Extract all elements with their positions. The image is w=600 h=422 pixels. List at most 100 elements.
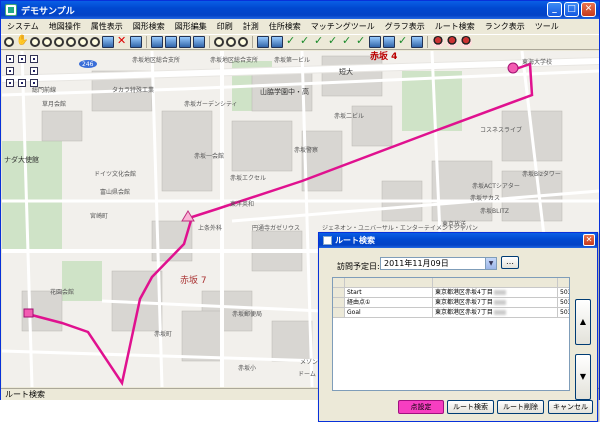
zoom-prev-icon[interactable]	[78, 37, 88, 47]
check-icon[interactable]	[355, 34, 367, 48]
label-yamawaki: 山脇学園中・高	[260, 88, 309, 96]
toolbar-separator	[209, 36, 210, 48]
minimize-button[interactable]: _	[547, 2, 562, 17]
date-picker-button[interactable]: …	[501, 256, 519, 269]
label-small5: 草月会館	[42, 101, 67, 108]
map-icon[interactable]	[151, 36, 163, 48]
check-icon[interactable]	[327, 34, 339, 48]
person-route-icon[interactable]	[460, 36, 472, 48]
pan-control-icon[interactable]	[30, 55, 38, 63]
route-icon[interactable]	[383, 36, 395, 48]
label-small4: タカラ特殊工業	[112, 87, 155, 94]
title-bar: デモサンプル _ □ ✕	[1, 1, 599, 19]
check-icon[interactable]	[341, 34, 353, 48]
move-down-button[interactable]: ▼	[575, 354, 591, 400]
label-small12: ドーム	[298, 371, 316, 378]
select-icon[interactable]	[102, 36, 114, 48]
layer-icon[interactable]	[130, 36, 142, 48]
zoom-next-icon[interactable]	[90, 37, 100, 47]
visit-date-select[interactable]: 2011年11月09日 ▼	[380, 257, 497, 270]
menu-bar: システム 地図操作 属性表示 図形検索 図形編集 印刷 計測 住所検索 マッチン…	[1, 19, 599, 33]
label-blitz: 赤坂BLITZ	[480, 208, 510, 215]
toolbar-separator	[146, 36, 147, 48]
zoom-out-icon[interactable]	[42, 37, 52, 47]
dialog-icon	[323, 236, 332, 245]
pencil-icon[interactable]	[397, 34, 409, 48]
pan-control-icon[interactable]	[18, 79, 26, 87]
find-icon[interactable]	[226, 37, 236, 47]
pan-control-icon[interactable]	[6, 67, 14, 75]
label-small15: 花園会館	[50, 289, 75, 296]
menu-map-operation[interactable]: 地図操作	[49, 21, 81, 32]
zoom-full-icon[interactable]	[66, 37, 76, 47]
point-address: 東京都港区赤坂4丁目	[433, 288, 558, 298]
cancel-button[interactable]: キャンセル	[548, 400, 593, 414]
dialog-close-button[interactable]: ✕	[583, 234, 595, 246]
draw-icon[interactable]	[271, 36, 283, 48]
label-small10: 赤坂一会館	[194, 153, 225, 160]
label-kosunesuraibu: コスネスライブ	[480, 127, 523, 134]
zoom-in-icon[interactable]	[30, 37, 40, 47]
grid-header-name	[345, 278, 433, 288]
menu-rank-view[interactable]: ランク表示	[485, 21, 525, 32]
move-up-button[interactable]: ▲	[575, 299, 591, 345]
delete-icon[interactable]	[116, 34, 128, 48]
check-icon[interactable]	[285, 34, 297, 48]
pan-hand-icon[interactable]	[16, 35, 28, 48]
close-button[interactable]: ✕	[581, 2, 596, 17]
table-row[interactable]: Goal 東京都港区赤坂7丁目 503	[333, 308, 569, 318]
table-row[interactable]: Start 東京都港区赤坂4丁目 503	[333, 288, 569, 298]
menu-address-search[interactable]: 住所検索	[269, 21, 301, 32]
chart-icon[interactable]	[193, 36, 205, 48]
menu-measure[interactable]: 計測	[243, 21, 259, 32]
grid-icon[interactable]	[165, 36, 177, 48]
locate-icon[interactable]	[238, 37, 248, 47]
point-code: 503	[558, 308, 569, 318]
person-search-icon[interactable]	[446, 36, 458, 48]
route-search-dialog: ルート検索 ✕ 訪問予定日: 2011年11月09日 ▼ … Start 東京都…	[318, 232, 598, 422]
menu-route-search[interactable]: ルート検索	[435, 21, 475, 32]
redacted-block	[493, 310, 506, 315]
row-header	[333, 288, 345, 298]
menu-attribute-view[interactable]: 属性表示	[91, 21, 123, 32]
menu-shape-edit[interactable]: 図形編集	[175, 21, 207, 32]
check-icon[interactable]	[313, 34, 325, 48]
pan-control-icon[interactable]	[6, 55, 14, 63]
maximize-button[interactable]: □	[564, 2, 579, 17]
district-label-akasaka7: 赤坂 7	[180, 276, 207, 286]
zoom-area-icon[interactable]	[54, 37, 64, 47]
magnifier-icon[interactable]	[4, 37, 14, 47]
label-hotel: 赤坂エクセル	[230, 175, 267, 182]
table-row[interactable]: 経由点① 東京都港区赤坂7丁目 503	[333, 298, 569, 308]
set-point-button[interactable]: 点設定	[398, 400, 444, 414]
line-icon[interactable]	[411, 36, 423, 48]
person-icon[interactable]	[432, 36, 444, 48]
label-small8: 赤坂二ビル	[334, 113, 365, 120]
edit-icon[interactable]	[257, 36, 269, 48]
pan-control-icon[interactable]	[30, 79, 38, 87]
route-delete-button[interactable]: ルート削除	[497, 400, 544, 414]
route-start-marker	[507, 62, 519, 74]
district-label-akasaka4: 赤坂 4	[370, 52, 398, 62]
label-embassy: ナダ大使館	[4, 156, 39, 164]
chevron-down-icon[interactable]: ▼	[485, 258, 496, 269]
menu-system[interactable]: システム	[7, 21, 39, 32]
measure-icon[interactable]	[369, 36, 381, 48]
pan-control-icon[interactable]	[30, 67, 38, 75]
search-icon[interactable]	[214, 37, 224, 47]
pan-control-icon[interactable]	[6, 79, 14, 87]
route-search-button[interactable]: ルート検索	[447, 400, 494, 414]
menu-shape-search[interactable]: 図形検索	[133, 21, 165, 32]
route-goal-marker	[23, 308, 34, 318]
route-number-label: 246	[82, 61, 94, 68]
menu-tools[interactable]: ツール	[535, 21, 559, 32]
route-points-grid[interactable]: Start 東京都港区赤坂4丁目 503 経由点① 東京都港区赤坂7丁目 503…	[332, 277, 570, 391]
check-icon[interactable]	[299, 34, 311, 48]
menu-print[interactable]: 印刷	[217, 21, 233, 32]
menu-matching-tool[interactable]: マッチングツール	[311, 21, 375, 32]
label-toyo-eiwa: 東洋英和	[230, 201, 255, 208]
menu-graph-view[interactable]: グラフ表示	[385, 21, 425, 32]
pan-control-icon[interactable]	[18, 55, 26, 63]
table-icon[interactable]	[179, 36, 191, 48]
label-tanda: 短大	[339, 68, 353, 76]
